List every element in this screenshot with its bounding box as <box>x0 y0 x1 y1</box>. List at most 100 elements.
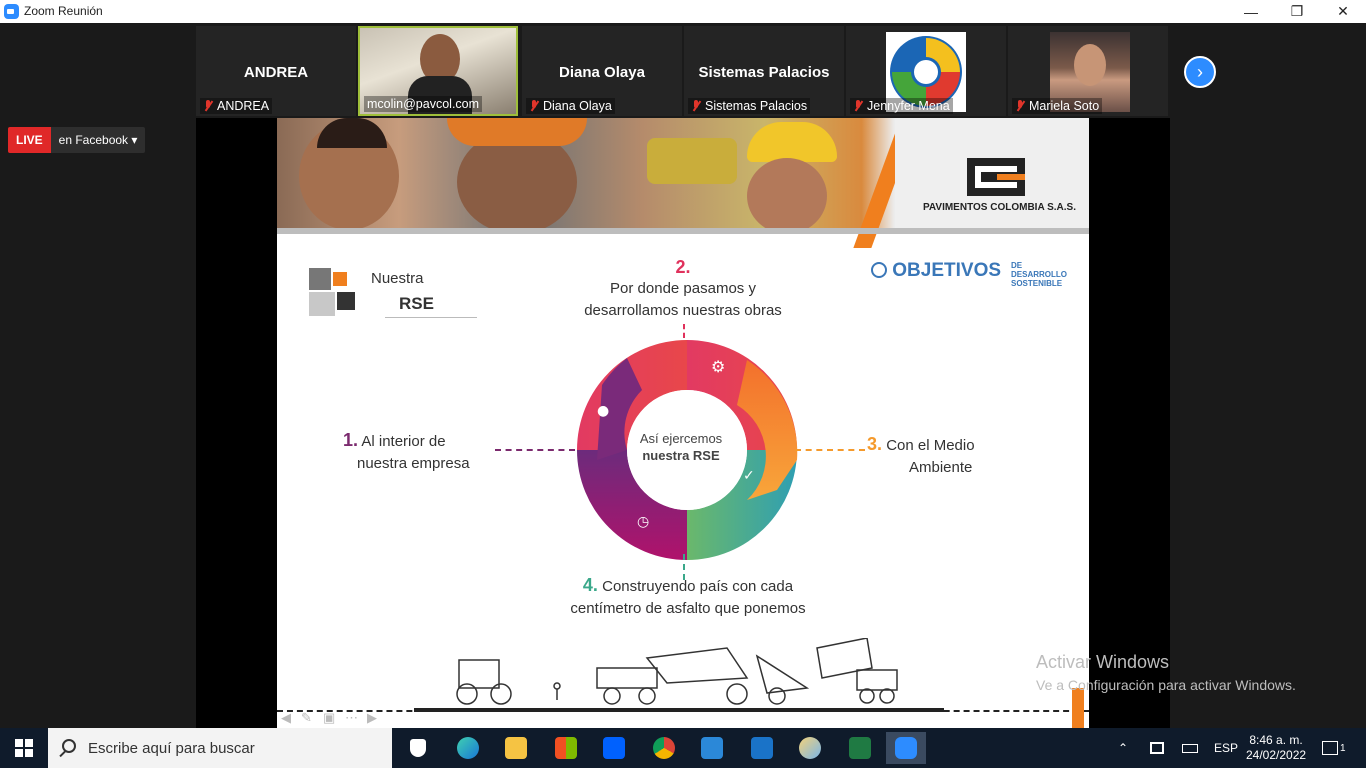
battery-icon[interactable] <box>1182 728 1198 768</box>
minimize-button[interactable]: — <box>1228 0 1274 23</box>
participant-name-large: Diana Olaya <box>559 64 645 81</box>
edge-browser-icon[interactable] <box>448 732 488 764</box>
road-machinery-illustration <box>456 638 898 705</box>
slide-orange-accent <box>1072 688 1084 728</box>
clock-icon: ◷ <box>637 514 649 530</box>
connector-1 <box>495 449 575 451</box>
rse-item-text: Construyendo país con cada <box>602 578 794 595</box>
ods-main-text: OBJETIVOS <box>892 260 1002 281</box>
dropbox-icon[interactable] <box>594 732 634 764</box>
slide-title-line2: RSE <box>399 294 434 313</box>
slides-overview-icon[interactable]: ▣ <box>323 710 335 726</box>
shared-screen: PAVIMENTOS COLOMBIA S.A.S. Nuestra RSE O… <box>196 118 1170 728</box>
rse-item-1: 1. Al interior de nuestra empresa <box>343 429 503 475</box>
mail-icon[interactable] <box>742 732 782 764</box>
activate-windows-watermark: Activar Windows Ve a Configuración para … <box>1036 652 1296 693</box>
participant-label: Jennyfer Mena <box>850 98 953 114</box>
language-indicator[interactable]: ESP <box>1214 728 1238 768</box>
clock[interactable]: 8:46 a. m. 24/02/2022 <box>1246 728 1306 768</box>
window-title-bar: Zoom Reunión — ❐ ✕ <box>0 0 1366 23</box>
connector-3 <box>795 449 865 451</box>
rse-item-number: 4. <box>582 575 598 595</box>
slide-next-icon[interactable]: ▶ <box>367 710 377 726</box>
show-hidden-icons[interactable]: ⌃ <box>1118 728 1128 768</box>
title-decor-square <box>333 272 347 286</box>
rse-item-text: centímetro de asfalto que ponemos <box>570 600 806 617</box>
muted-mic-icon <box>529 100 539 112</box>
participant-label: Diana Olaya <box>526 98 615 114</box>
participant-tile[interactable]: Diana Olaya Diana Olaya <box>522 26 682 116</box>
paint-app-icon[interactable] <box>790 732 830 764</box>
rse-item-3: 3. Con el Medio Ambiente <box>867 433 1007 479</box>
ods-small-text: DE DESARROLLO <box>1011 261 1067 279</box>
slide-prev-icon[interactable]: ◀ <box>281 710 291 726</box>
rse-item-4: 4. Construyendo país con cada centímetro… <box>543 574 833 620</box>
rse-item-2: 2. Por donde pasamos y desarrollamos nue… <box>563 256 803 322</box>
pen-tool-icon[interactable]: ✎ <box>301 710 312 726</box>
title-decor-square <box>309 292 335 316</box>
rse-item-number: 3. <box>867 434 883 454</box>
participant-tile[interactable]: ANDREA ANDREA <box>196 26 356 116</box>
clock-date: 24/02/2022 <box>1246 748 1307 762</box>
rse-item-number: 2. <box>675 257 691 277</box>
participant-label-text: Jennyfer Mena <box>867 99 950 113</box>
gear-icon: ⚙ <box>711 357 725 376</box>
muted-mic-icon <box>853 100 863 112</box>
participant-label-text: ANDREA <box>217 99 270 113</box>
company-name: PAVIMENTOS COLOMBIA S.A.S. <box>923 202 1076 213</box>
ring-center-line1: Así ejercemos <box>639 431 723 446</box>
next-participants-button[interactable]: › <box>1184 56 1216 88</box>
live-destination-dropdown[interactable]: en Facebook ▾ <box>50 127 146 153</box>
participant-tile-avatar[interactable]: Mariela Soto <box>1008 26 1168 116</box>
taskbar-search-box[interactable]: Escribe aquí para buscar <box>48 728 392 768</box>
participant-tile-video[interactable]: mcolin@pavcol.com <box>358 26 518 116</box>
chevron-up-icon: ⌃ <box>1118 741 1129 755</box>
zoom-app-icon <box>4 4 19 19</box>
chrome-icon[interactable] <box>644 732 684 764</box>
rse-item-text: Ambiente <box>909 459 973 476</box>
caret-down-icon: ▾ <box>131 133 138 147</box>
search-placeholder: Escribe aquí para buscar <box>88 739 255 757</box>
watermark-subtitle: Ve a Configuración para activar Windows. <box>1036 677 1296 693</box>
road-surface <box>414 708 944 712</box>
close-button[interactable]: ✕ <box>1320 0 1366 23</box>
participant-label-text: Diana Olaya <box>543 99 612 113</box>
ring-center-line2: nuestra RSE <box>642 448 720 463</box>
microsoft-store-icon[interactable] <box>546 732 586 764</box>
notification-center-button[interactable]: 1 <box>1322 728 1346 768</box>
participant-name-large: Sistemas Palacios <box>698 64 830 81</box>
muted-mic-icon <box>691 100 701 112</box>
title-decor-square <box>309 268 331 290</box>
chevron-right-icon: › <box>1197 61 1203 82</box>
dropbox-tray-icon[interactable] <box>1150 728 1164 768</box>
participant-label: Mariela Soto <box>1012 98 1103 114</box>
search-icon <box>62 739 76 753</box>
watermark-title: Activar Windows <box>1036 652 1170 672</box>
connector-2 <box>683 324 685 338</box>
rse-item-text: Con el Medio <box>886 437 975 454</box>
zoom-taskbar-icon[interactable] <box>886 732 926 764</box>
more-options-icon[interactable]: ⋯ <box>345 710 358 726</box>
slide-banner-photo: PAVIMENTOS COLOMBIA S.A.S. <box>277 118 1089 248</box>
notification-count: 1 <box>1340 742 1346 754</box>
restore-button[interactable]: ❐ <box>1274 0 1320 23</box>
start-button[interactable] <box>0 728 48 768</box>
rse-item-number: 1. <box>343 430 359 450</box>
notification-icon <box>1322 741 1338 755</box>
live-badge: LIVE <box>8 127 51 153</box>
file-explorer-icon[interactable] <box>496 732 536 764</box>
slide-title-line1: Nuestra <box>371 270 424 287</box>
participant-label: Sistemas Palacios <box>688 98 811 114</box>
participant-label-text: mcolin@pavcol.com <box>367 97 480 111</box>
excel-icon[interactable] <box>840 732 880 764</box>
company-logo <box>967 158 1025 196</box>
contacts-app-icon[interactable] <box>692 732 732 764</box>
live-stream-indicator[interactable]: LIVE en Facebook ▾ <box>8 127 146 153</box>
security-shield-icon[interactable] <box>398 732 438 764</box>
muted-mic-icon <box>203 100 213 112</box>
participant-tile[interactable]: Sistemas Palacios Sistemas Palacios <box>684 26 844 116</box>
live-destination-text: en Facebook <box>58 133 129 147</box>
participant-tile-avatar[interactable]: Jennyfer Mena <box>846 26 1006 116</box>
rse-item-text: Por donde pasamos y <box>610 280 756 297</box>
un-globe-icon <box>871 262 887 278</box>
